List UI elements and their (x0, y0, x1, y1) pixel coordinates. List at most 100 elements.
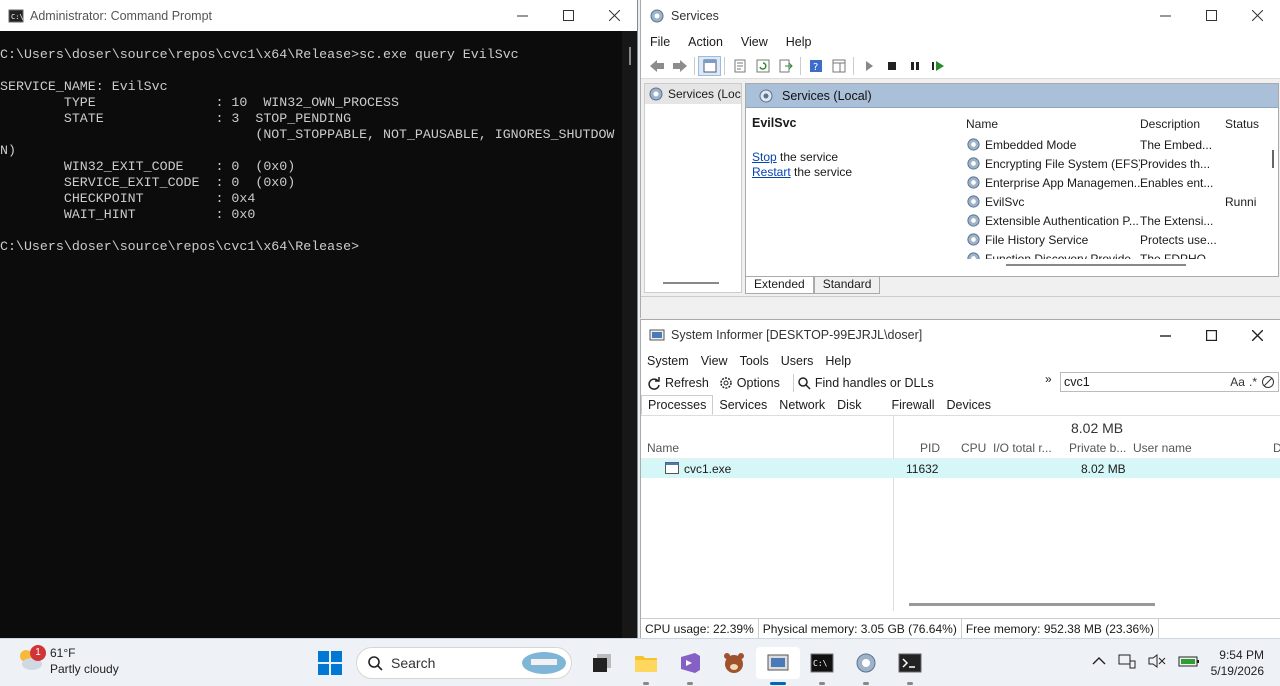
process-search-input[interactable]: cvc1 Aa .* (1060, 372, 1279, 392)
scroll-thumb[interactable] (629, 47, 631, 65)
tab-disk[interactable]: Disk (831, 396, 867, 414)
export-list-button[interactable] (774, 56, 797, 76)
column-status[interactable]: Status (1225, 117, 1265, 131)
column-description[interactable]: Description (1140, 117, 1225, 131)
system-informer-window[interactable]: System Informer [DESKTOP-99EJRJL\doser] … (640, 319, 1280, 638)
close-button[interactable] (1234, 0, 1280, 31)
tree-scrollbar[interactable] (663, 282, 719, 284)
minimize-button[interactable] (1142, 0, 1188, 31)
task-view-button[interactable] (580, 647, 624, 679)
close-button[interactable] (1234, 320, 1280, 351)
si-titlebar[interactable]: System Informer [DESKTOP-99EJRJL\doser] (641, 320, 1280, 350)
service-row[interactable]: Embedded Mode The Embed... (960, 135, 1278, 154)
menu-help[interactable]: Help (819, 354, 857, 368)
menu-view[interactable]: View (695, 354, 734, 368)
volume-muted-icon[interactable] (1148, 653, 1166, 669)
network-icon[interactable] (1118, 653, 1136, 669)
service-row[interactable]: Enterprise App Managemen... Enables ent..… (960, 173, 1278, 192)
refresh-button[interactable]: Refresh (647, 376, 709, 390)
toolbar-overflow-chevron-icon[interactable]: » (1045, 372, 1052, 386)
column-cpu[interactable]: CPU (961, 441, 986, 455)
pause-service-button[interactable] (903, 56, 926, 76)
weather-widget[interactable]: 1 61°F Partly cloudy (16, 645, 119, 677)
stop-service-button[interactable] (880, 56, 903, 76)
regex-toggle[interactable]: .* (1249, 375, 1257, 389)
tab-firewall[interactable]: Firewall (885, 396, 940, 414)
restart-service-link[interactable]: Restart (752, 165, 791, 179)
maximize-button[interactable] (1188, 0, 1234, 31)
process-row[interactable]: cvc1.exe 11632 8.02 MB (641, 459, 1280, 478)
menu-action[interactable]: Action (679, 35, 732, 49)
forward-button[interactable] (668, 56, 691, 76)
menu-file[interactable]: File (641, 35, 679, 49)
process-grid[interactable]: Name PID CPU I/O total r... 8.02 MB Priv… (641, 415, 1280, 611)
service-row[interactable]: Extensible Authentication P... The Extens… (960, 211, 1278, 230)
tab-processes[interactable]: Processes (641, 394, 714, 415)
list-horizontal-scrollbar[interactable] (1006, 264, 1186, 266)
column-user-name[interactable]: User name (1133, 441, 1192, 455)
column-name[interactable]: Name (960, 117, 1140, 131)
properties-button[interactable] (728, 56, 751, 76)
service-row[interactable]: Function Discovery Provide... The FDPHO..… (960, 249, 1278, 259)
start-button[interactable] (318, 651, 342, 678)
service-row[interactable]: Encrypting File System (EFS) Provides th.… (960, 154, 1278, 173)
visual-studio-button[interactable] (668, 647, 712, 685)
services-list[interactable]: Name Description Status Embedded Mode The… (960, 109, 1278, 259)
console-scrollbar[interactable] (622, 31, 637, 638)
tab-services[interactable]: Services (713, 396, 773, 414)
minimize-button[interactable] (499, 0, 545, 31)
tab-devices[interactable]: Devices (941, 396, 997, 414)
refresh-button[interactable] (751, 56, 774, 76)
menu-system[interactable]: System (641, 354, 695, 368)
show-hide-action-pane-button[interactable] (827, 56, 850, 76)
terminal-button[interactable] (888, 647, 932, 685)
menu-tools[interactable]: Tools (734, 354, 775, 368)
services-window[interactable]: Services File Action View Help ? Service… (640, 0, 1280, 318)
file-explorer-button[interactable] (624, 647, 668, 685)
clear-search-icon[interactable] (1261, 375, 1275, 389)
maximize-button[interactable] (1188, 320, 1234, 351)
menu-help[interactable]: Help (777, 35, 821, 49)
chevron-up-icon[interactable] (1092, 656, 1106, 666)
help-button[interactable]: ? (804, 56, 827, 76)
services-button[interactable] (844, 647, 888, 685)
tab-extended[interactable]: Extended (745, 277, 814, 294)
back-button[interactable] (645, 56, 668, 76)
column-private-bytes[interactable]: Private b... (1069, 441, 1126, 455)
restart-service-button[interactable] (926, 56, 949, 76)
find-handles-button[interactable]: Find handles or DLLs (797, 376, 934, 390)
clock[interactable]: 9:54 PM 5/19/2026 (1198, 647, 1264, 679)
system-informer-button[interactable] (756, 647, 800, 685)
menu-users[interactable]: Users (775, 354, 820, 368)
service-row[interactable]: EvilSvc Runni (960, 192, 1278, 211)
cmd-titlebar[interactable]: C:\ Administrator: Command Prompt (0, 0, 637, 31)
menu-view[interactable]: View (732, 35, 777, 49)
start-service-button[interactable] (857, 56, 880, 76)
taskbar-search-box[interactable]: Search (356, 647, 572, 679)
show-hide-console-tree-button[interactable] (698, 55, 721, 76)
tree-node-services-local[interactable]: Services (Local) (645, 84, 741, 104)
battery-charging-icon[interactable] (1178, 654, 1200, 668)
match-case-toggle[interactable]: Aa (1230, 375, 1245, 389)
maximize-button[interactable] (545, 0, 591, 31)
console-tree[interactable]: Services (Local) (644, 83, 742, 293)
close-button[interactable] (591, 0, 637, 31)
list-vertical-scrollbar[interactable] (1272, 150, 1274, 168)
service-row[interactable]: File History Service Protects use... (960, 230, 1278, 249)
tab-standard[interactable]: Standard (813, 277, 881, 294)
column-io-total[interactable]: I/O total r... (993, 441, 1052, 455)
stop-service-link[interactable]: Stop (752, 150, 777, 164)
bear-app-button[interactable] (712, 647, 756, 679)
column-pid[interactable]: PID (920, 441, 940, 455)
options-button[interactable]: Options (719, 376, 780, 390)
minimize-button[interactable] (1142, 320, 1188, 351)
grid-horizontal-scrollbar[interactable] (909, 603, 1155, 606)
column-name[interactable]: Name (647, 441, 679, 455)
grid-split[interactable] (893, 415, 894, 611)
command-prompt-window[interactable]: C:\ Administrator: Command Prompt C:\Use… (0, 0, 638, 638)
console-output[interactable]: C:\Users\doser\source\repos\cvc1\x64\Rel… (0, 31, 622, 638)
services-titlebar[interactable]: Services (641, 0, 1280, 31)
tab-network[interactable]: Network (773, 396, 831, 414)
column-extra[interactable]: D (1273, 441, 1280, 455)
command-prompt-button[interactable]: C:\ (800, 647, 844, 685)
